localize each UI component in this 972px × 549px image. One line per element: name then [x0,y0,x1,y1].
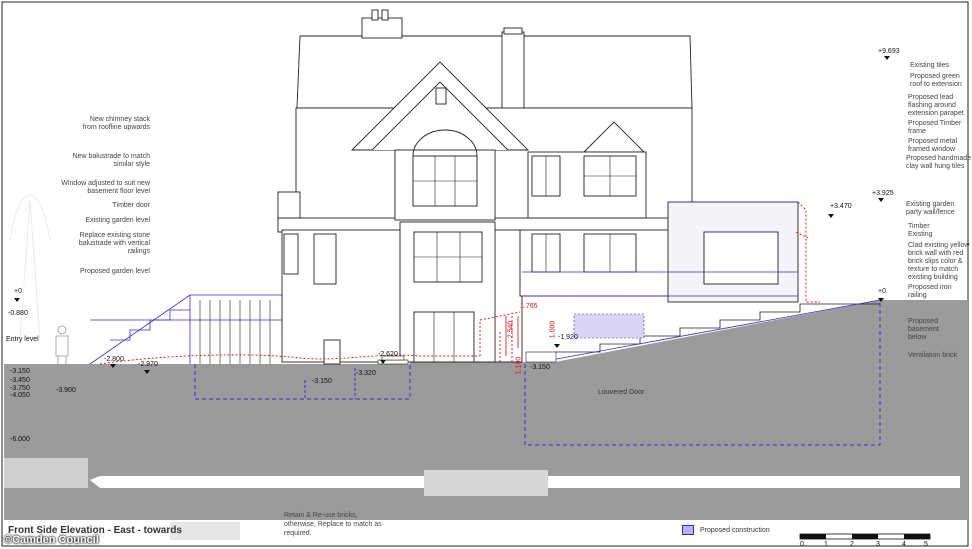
level-label: +0 [878,288,886,295]
scale-tick: 4 [902,541,906,548]
level-label: -3.320 [356,370,376,377]
level-label: -3.900 [56,387,76,394]
blurred-area [4,458,88,488]
note-right: Proposed lead flashing around extension … [908,94,964,117]
red-dimension: 1.000 [549,320,557,339]
level-label: +0 [14,288,22,295]
level-label: -3.150 [312,378,332,385]
note-right: Proposed iron railing [908,284,952,299]
proposed-hatch [573,313,645,339]
credit-watermark: ©Camden Council [4,534,99,546]
legend-label: Proposed construction [700,526,770,534]
scale-bar [799,533,931,540]
note-left: Proposed garden level [79,268,150,275]
level-label: -4.050 [10,392,30,399]
tree-icon [9,194,51,341]
note-right: Ventilation brick [908,352,958,359]
level-label: -2.970 [138,361,158,368]
blurred-area [424,470,548,496]
level-label: -3.150 [530,364,550,371]
note-right: Clad existing yellow brick wall with red… [908,242,970,281]
red-dimension: 2.540 [507,320,515,339]
retain-note: Retain & Re-use bricks, otherwise, Repla… [284,512,382,537]
level-label: -0.880 [8,310,28,317]
person-icon [55,325,69,366]
note-left: New balustrade to match similar style [72,153,150,168]
note-left: New chimney stack from roofline upwards [82,116,150,131]
level-label: -3.450 [10,377,30,384]
level-label: -2.800 [104,356,124,363]
entry-level-label: Entry level [6,336,39,343]
legend: Proposed construction [682,525,770,535]
note-left: Window adjusted to suit new basement flo… [61,180,150,195]
level-label: +9.693 [878,48,900,55]
scale-tick: 3 [876,541,880,548]
note-right: Proposed green roof to extension [910,73,962,88]
level-label: -1.920 [558,334,578,341]
level-label: +3.470 [830,203,852,210]
louvered-door-label: Louvered Door [598,389,645,396]
level-label: -3.150 [10,368,30,375]
note-right: Proposed basement below [908,318,939,341]
elevation-drawing: New chimney stack from roofline upwards … [0,0,972,549]
note-right: Proposed handmade clay wall hung tiles [906,155,971,170]
legend-swatch [682,525,694,535]
level-label: -2.620 [378,351,398,358]
note-left: Timber door [112,202,150,209]
note-right: Proposed Timber frame [908,120,962,135]
scale-tick: 2 [850,541,854,548]
note-right: Proposed metal framed window [908,138,958,153]
note-right: Timber Existing [908,223,933,238]
scale-tick: 0 [800,541,804,548]
note-right: Existing garden party wall/fence [906,201,955,216]
note-right: Existing tiles [910,62,949,69]
note-left: Existing garden level [85,217,150,224]
level-label: -3.750 [10,385,30,392]
scale-tick: 5 [924,541,928,548]
balustrade-posts [199,300,271,364]
red-dimension: 1.100 [515,356,523,375]
house [277,9,799,365]
red-dimension: 1.765 [520,303,538,310]
level-label: +3.925 [872,190,894,197]
scale-tick: 1 [824,541,828,548]
note-left: Replace existing stone balustrade with v… [78,232,150,255]
level-label: -6.000 [10,436,30,443]
